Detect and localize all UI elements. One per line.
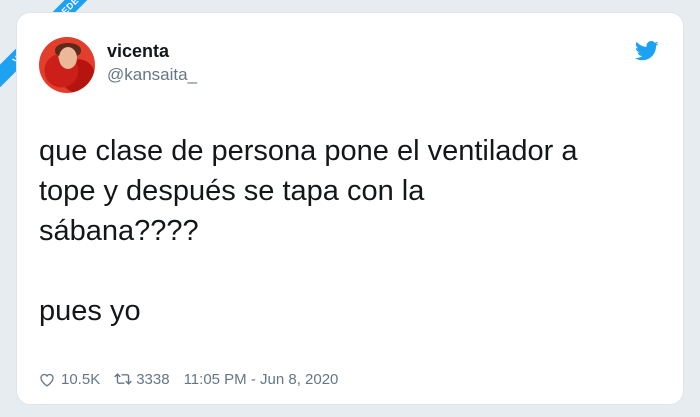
tweet-meta: 10.5K 3338 11:05 PM - Jun 8, 2020 — [39, 371, 338, 388]
avatar-face — [59, 47, 77, 69]
avatar[interactable] — [39, 37, 95, 93]
tweet-text: que clase de persona pone el ventilador … — [39, 135, 578, 327]
likes-count[interactable]: 10.5K — [61, 371, 100, 388]
timestamp[interactable]: 11:05 PM - Jun 8, 2020 — [184, 371, 339, 388]
user-name[interactable]: vicenta — [107, 41, 169, 62]
tweet-card: vicenta @kansaita_ que clase de persona … — [16, 12, 684, 405]
heart-icon[interactable] — [39, 372, 57, 388]
twitter-bird-icon[interactable] — [635, 41, 659, 61]
user-handle[interactable]: @kansaita_ — [107, 65, 197, 85]
retweets-count[interactable]: 3338 — [136, 371, 169, 388]
retweet-icon[interactable] — [114, 372, 133, 388]
